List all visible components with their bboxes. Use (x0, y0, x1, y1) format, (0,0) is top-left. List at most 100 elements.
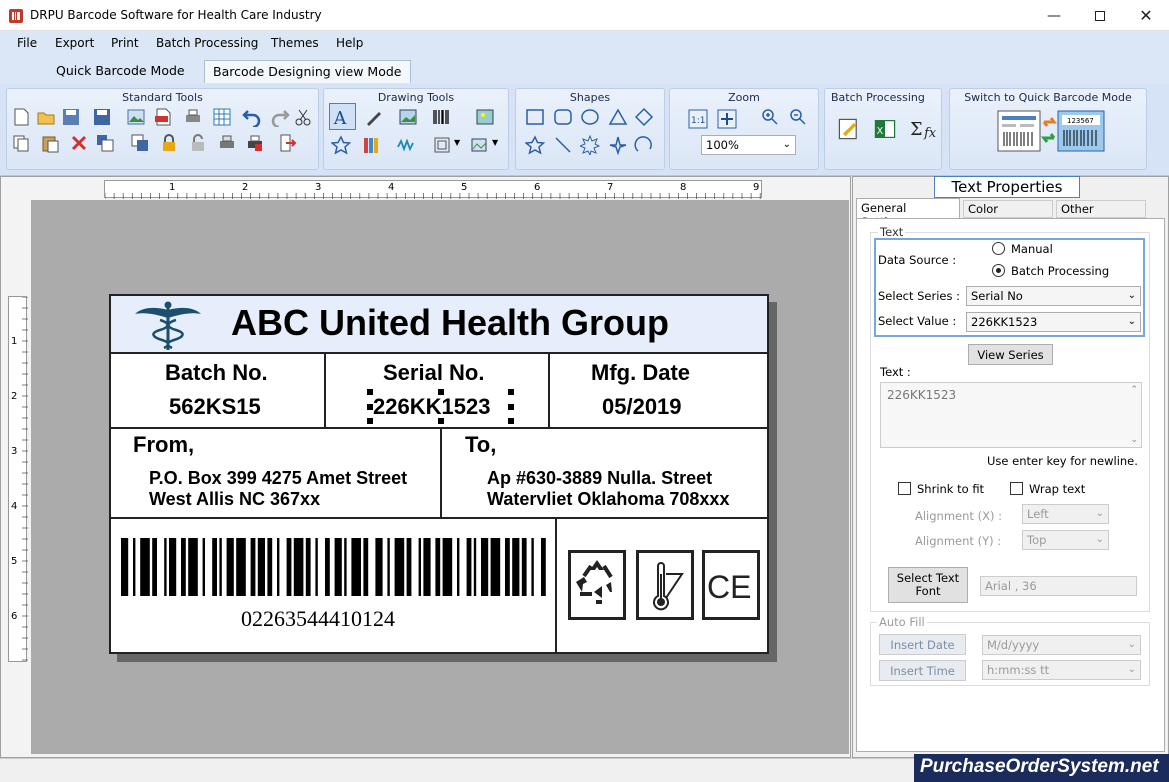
scroll-up-icon[interactable]: ⌃ (1130, 385, 1138, 395)
manual-radio[interactable] (992, 242, 1005, 255)
mfg-value[interactable]: 05/2019 (602, 394, 682, 420)
alignment-x-dropdown[interactable]: Left ⌄ (1022, 504, 1109, 524)
alignment-y-dropdown[interactable]: Top ⌄ (1022, 530, 1109, 550)
shrink-to-fit-checkbox[interactable] (898, 482, 911, 495)
barcode-tool-icon[interactable] (431, 107, 451, 127)
zoom-in-icon[interactable] (760, 107, 780, 127)
image-library-icon[interactable] (470, 135, 490, 155)
selection-handle[interactable] (438, 418, 444, 424)
insert-date-button[interactable]: Insert Date (879, 634, 966, 655)
open-folder-icon[interactable] (36, 107, 56, 127)
four-point-star-icon[interactable] (608, 135, 628, 155)
print-setup-icon[interactable] (245, 133, 265, 153)
redo-icon[interactable] (270, 107, 290, 127)
tab-barcode-designing-mode[interactable]: Barcode Designing view Mode (204, 60, 411, 83)
print-icon[interactable] (183, 107, 203, 127)
wrap-text-checkbox[interactable] (1010, 482, 1023, 495)
to-line2[interactable]: Watervliet Oklahoma 708xxx (487, 489, 729, 510)
shrink-to-fit-label[interactable]: Shrink to fit (917, 482, 984, 496)
text-tool-icon[interactable]: A (329, 103, 356, 130)
batch-excel-icon[interactable]: X (873, 117, 897, 141)
tab-other-settings[interactable]: Other Settings (1056, 200, 1146, 230)
menu-print[interactable]: Print (111, 36, 139, 50)
to-line1[interactable]: Ap #630-3889 Nulla. Street (487, 468, 712, 489)
selection-handle[interactable] (367, 418, 373, 424)
actual-size-icon[interactable]: 1:1 (688, 109, 708, 129)
batch-value[interactable]: 562KS15 (169, 394, 261, 420)
close-button[interactable]: ✕ (1123, 0, 1169, 31)
print-preview-icon[interactable] (217, 133, 237, 153)
tab-quick-barcode-mode[interactable]: Quick Barcode Mode (48, 60, 193, 83)
switch-quick-mode-button[interactable]: 123567 (996, 108, 1108, 154)
batch-edit-icon[interactable] (837, 117, 861, 141)
lock-icon[interactable] (159, 133, 179, 153)
wrap-text-label[interactable]: Wrap text (1029, 482, 1085, 496)
batch-processing-label[interactable]: Batch Processing (1011, 264, 1109, 278)
pdf-export-icon[interactable] (153, 107, 173, 127)
rectangle-shape-icon[interactable] (525, 107, 545, 127)
batch-title[interactable]: Batch No. (165, 360, 268, 386)
tab-general-settings[interactable]: General Settings (856, 198, 960, 229)
unlock-icon[interactable] (188, 133, 208, 153)
line-shape-icon[interactable] (553, 135, 573, 155)
menu-file[interactable]: File (17, 36, 37, 50)
ce-mark-icon[interactable]: CE (702, 550, 760, 620)
ellipse-shape-icon[interactable] (580, 107, 600, 127)
save-as-icon[interactable] (92, 107, 112, 127)
image-export-icon[interactable] (126, 107, 146, 127)
barcode-label[interactable]: ABC United Health Group Batch No. 562KS1… (109, 294, 769, 654)
selection-handle[interactable] (438, 389, 444, 395)
star-shape-icon[interactable] (525, 135, 545, 155)
temperature-icon[interactable] (636, 550, 694, 620)
view-series-button[interactable]: View Series (968, 344, 1053, 365)
time-format-dropdown[interactable]: h:mm:ss tt ⌄ (982, 660, 1141, 680)
select-value-dropdown[interactable]: 226KK1523 ⌄ (966, 312, 1141, 332)
watermark-tool-icon[interactable] (475, 107, 495, 127)
rounded-rect-shape-icon[interactable] (553, 107, 573, 127)
maximize-button[interactable] (1077, 0, 1123, 31)
fit-to-window-icon[interactable] (717, 109, 737, 129)
picture-tool-icon[interactable] (398, 107, 418, 127)
selection-handle[interactable] (367, 404, 373, 410)
formula-icon[interactable]: Σfx (909, 117, 937, 141)
zoom-select[interactable]: 100% ⌄ (701, 135, 796, 155)
grid-icon[interactable] (212, 107, 232, 127)
to-title[interactable]: To, (465, 432, 496, 458)
zoom-out-icon[interactable] (788, 107, 808, 127)
arc-shape-icon[interactable] (634, 135, 654, 155)
selection-handle[interactable] (508, 389, 514, 395)
from-title[interactable]: From, (133, 432, 194, 458)
barcode-number[interactable]: 02263544410124 (241, 606, 395, 632)
star-shape-icon[interactable] (331, 135, 351, 155)
from-line2[interactable]: West Allis NC 367xx (149, 489, 320, 510)
text-input[interactable]: 226KK1523 ⌃ ⌄ (880, 382, 1142, 448)
cut-icon[interactable] (293, 107, 313, 127)
from-line1[interactable]: P.O. Box 399 4275 Amet Street (149, 468, 407, 489)
pen-tool-icon[interactable] (364, 107, 384, 127)
serial-title[interactable]: Serial No. (383, 360, 484, 386)
company-name[interactable]: ABC United Health Group (231, 302, 669, 344)
selection-handle[interactable] (508, 418, 514, 424)
copy-icon[interactable] (11, 133, 31, 153)
exit-icon[interactable] (277, 133, 297, 153)
send-back-icon[interactable] (130, 133, 150, 153)
menu-help[interactable]: Help (336, 36, 363, 50)
recycle-icon[interactable] (568, 550, 626, 620)
new-icon[interactable] (11, 107, 31, 127)
paste-icon[interactable] (40, 133, 60, 153)
bring-front-icon[interactable] (95, 133, 115, 153)
date-format-dropdown[interactable]: M/d/yyyy ⌄ (982, 635, 1141, 655)
save-icon[interactable] (61, 107, 81, 127)
menu-export[interactable]: Export (55, 36, 94, 50)
undo-icon[interactable] (242, 107, 262, 127)
burst-shape-icon[interactable] (580, 135, 600, 155)
mfg-title[interactable]: Mfg. Date (591, 360, 690, 386)
menu-themes[interactable]: Themes (271, 36, 319, 50)
barcode[interactable] (119, 538, 549, 596)
library-icon[interactable] (362, 135, 382, 155)
scroll-down-icon[interactable]: ⌄ (1130, 435, 1138, 445)
diamond-shape-icon[interactable] (634, 107, 654, 127)
minimize-button[interactable]: — (1031, 0, 1077, 31)
insert-time-button[interactable]: Insert Time (879, 660, 966, 681)
selection-handle[interactable] (367, 389, 373, 395)
